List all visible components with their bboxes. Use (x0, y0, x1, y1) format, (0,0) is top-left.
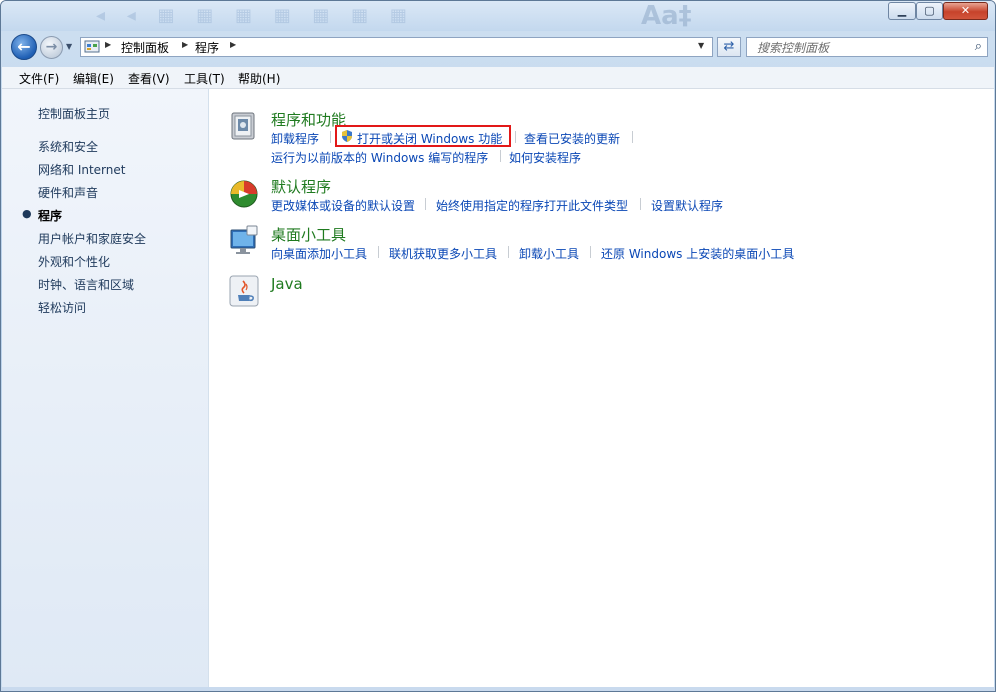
window-bottom-edge (1, 687, 995, 691)
link-divider (378, 246, 379, 258)
forward-arrow-icon: → (45, 39, 58, 55)
link-how-to-install[interactable]: 如何安装程序 (509, 149, 581, 166)
minimize-button[interactable]: ▁ (888, 2, 916, 20)
sidebar-item-clock-language[interactable]: 时钟、语言和区域 (38, 276, 134, 293)
breadcrumb-separator-icon[interactable]: ▶ (230, 40, 236, 49)
category-title-desktop-gadgets[interactable]: 桌面小工具 (271, 224, 346, 245)
link-divider (640, 198, 641, 210)
sidebar-item-programs[interactable]: 程序 (38, 207, 62, 224)
link-divider (330, 131, 331, 143)
link-divider (590, 246, 591, 258)
back-button[interactable]: ← (11, 34, 37, 60)
control-panel-icon (84, 40, 100, 53)
uac-shield-icon (342, 130, 352, 142)
breadcrumb-separator-icon[interactable]: ▶ (105, 40, 111, 49)
search-input[interactable] (755, 39, 969, 57)
link-turn-windows-features[interactable]: 打开或关闭 Windows 功能 (357, 130, 502, 147)
link-divider (500, 150, 501, 162)
refresh-button[interactable]: ⇄ (717, 37, 741, 57)
menu-file[interactable]: 文件(F) (19, 70, 59, 87)
search-icon[interactable]: ⌕ (975, 39, 982, 54)
close-button[interactable]: ✕ (943, 2, 988, 20)
aero-glass-reflection-text: Aa‡ (641, 1, 692, 31)
sidebar: 控制面板主页 系统和安全 网络和 Internet 硬件和声音 ● 程序 用户帐… (2, 89, 209, 687)
link-file-type-association[interactable]: 始终使用指定的程序打开此文件类型 (436, 197, 628, 214)
link-divider (425, 198, 426, 210)
forward-button[interactable]: → (40, 36, 63, 59)
breadcrumb-programs[interactable]: 程序 (195, 39, 219, 56)
aero-glass-reflection: ◂ ◂ ▦ ▦ ▦ ▦ ▦ ▦ ▦ (96, 5, 415, 26)
link-uninstall-gadget[interactable]: 卸载小工具 (519, 245, 579, 262)
recent-pages-dropdown[interactable]: ▼ (66, 42, 72, 51)
back-arrow-icon: ← (17, 37, 31, 56)
link-divider (515, 131, 516, 143)
sidebar-item-ease-of-access[interactable]: 轻松访问 (38, 299, 86, 316)
java-icon (229, 275, 259, 307)
menu-help[interactable]: 帮助(H) (238, 70, 280, 87)
current-item-bullet-icon: ● (22, 207, 32, 220)
link-change-media-defaults[interactable]: 更改媒体或设备的默认设置 (271, 197, 415, 214)
maximize-button[interactable]: ▢ (916, 2, 943, 20)
chevron-down-icon: ▼ (66, 42, 73, 51)
link-divider (508, 246, 509, 258)
sidebar-item-hardware-sound[interactable]: 硬件和声音 (38, 184, 98, 201)
category-title-default-programs[interactable]: 默认程序 (271, 176, 331, 197)
refresh-icon: ⇄ (723, 39, 735, 54)
link-get-more-gadgets[interactable]: 联机获取更多小工具 (389, 245, 497, 262)
control-panel-window: ◂ ◂ ▦ ▦ ▦ ▦ ▦ ▦ ▦ Aa‡ ▁ ▢ ✕ ← → ▼ ▶ 控制面板… (0, 0, 996, 692)
search-box[interactable]: ⌕ (746, 37, 988, 57)
link-set-default-programs[interactable]: 设置默认程序 (651, 197, 723, 214)
link-run-older-programs[interactable]: 运行为以前版本的 Windows 编写的程序 (271, 149, 488, 166)
link-uninstall-program[interactable]: 卸载程序 (271, 130, 319, 147)
sidebar-item-network-internet[interactable]: 网络和 Internet (38, 161, 125, 178)
menu-edit[interactable]: 编辑(E) (73, 70, 114, 87)
link-divider (632, 131, 633, 143)
menu-bar: 文件(F) 编辑(E) 查看(V) 工具(T) 帮助(H) (2, 67, 994, 89)
sidebar-home-link[interactable]: 控制面板主页 (38, 105, 110, 122)
main-content: 程序和功能 卸载程序 打开或关闭 Windows 功能 查看已安装的更新 运行为… (209, 89, 994, 687)
link-restore-gadgets[interactable]: 还原 Windows 上安装的桌面小工具 (601, 245, 794, 262)
desktop-gadgets-icon (230, 225, 258, 254)
menu-tools[interactable]: 工具(T) (184, 70, 225, 87)
menu-view[interactable]: 查看(V) (128, 70, 170, 87)
title-bar[interactable]: ◂ ◂ ▦ ▦ ▦ ▦ ▦ ▦ ▦ Aa‡ ▁ ▢ ✕ (1, 1, 995, 31)
sidebar-item-user-accounts[interactable]: 用户帐户和家庭安全 (38, 230, 146, 247)
link-add-gadgets[interactable]: 向桌面添加小工具 (271, 245, 367, 262)
breadcrumb-separator-icon[interactable]: ▶ (182, 40, 188, 49)
address-dropdown-icon[interactable]: ▼ (698, 41, 704, 50)
link-view-installed-updates[interactable]: 查看已安装的更新 (524, 130, 620, 147)
sidebar-item-appearance[interactable]: 外观和个性化 (38, 253, 110, 270)
address-bar[interactable]: ▶ 控制面板 ▶ 程序 ▶ ▼ (80, 37, 713, 57)
sidebar-item-system-security[interactable]: 系统和安全 (38, 138, 98, 155)
category-title-java[interactable]: Java (271, 275, 303, 293)
programs-features-icon (231, 112, 255, 140)
breadcrumb-control-panel[interactable]: 控制面板 (121, 39, 169, 56)
default-programs-icon (230, 180, 258, 208)
